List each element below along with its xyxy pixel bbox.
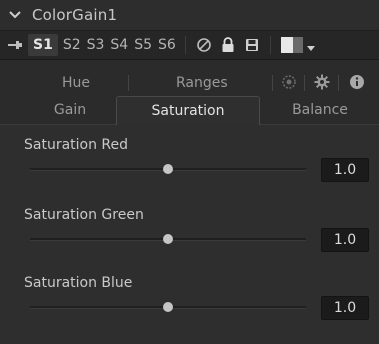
save-icon[interactable] <box>243 36 261 54</box>
saturation-blue-label: Saturation Blue <box>24 275 133 291</box>
collapse-chevron-icon[interactable] <box>8 8 22 22</box>
saturation-green-label: Saturation Green <box>24 207 144 223</box>
version-button-s6[interactable]: S6 <box>155 34 179 56</box>
tool-header[interactable]: ColorGain1 <box>0 0 379 31</box>
disable-icon[interactable] <box>195 36 213 54</box>
tab-gain[interactable]: Gain <box>30 96 110 124</box>
swatch-white <box>280 37 293 53</box>
version-button-s4[interactable]: S4 <box>107 34 131 56</box>
version-toolbar: S1 S2 S3 S4 S5 S6 <box>0 31 379 60</box>
tab-ranges[interactable]: Ranges <box>176 75 228 91</box>
dropdown-caret-icon[interactable] <box>306 36 315 55</box>
version-button-s3[interactable]: S3 <box>84 34 108 56</box>
saturation-green-slider-thumb[interactable] <box>163 234 173 244</box>
toolbar-divider <box>184 36 186 54</box>
pin-icon[interactable] <box>8 38 22 52</box>
tab-divider <box>304 75 305 91</box>
toolbar-divider <box>269 36 271 54</box>
tab-divider <box>272 75 273 91</box>
version-button-s2[interactable]: S2 <box>60 34 84 56</box>
tab-saturation[interactable]: Saturation <box>116 96 260 126</box>
tab-hue[interactable]: Hue <box>62 75 90 91</box>
saturation-green-value-field[interactable]: 1.0 <box>321 228 369 252</box>
color-swatch[interactable] <box>280 37 303 53</box>
saturation-red-control: Saturation Red 1.0 <box>0 137 379 197</box>
settings-circle-icon[interactable] <box>280 73 298 91</box>
gear-icon[interactable] <box>313 73 331 91</box>
saturation-blue-slider-thumb[interactable] <box>163 302 173 312</box>
saturation-controls: Saturation Red 1.0 Saturation Green 1.0 … <box>0 125 379 344</box>
tab-row-secondary: Gain Saturation Balance <box>0 96 379 126</box>
saturation-red-slider-thumb[interactable] <box>163 164 173 174</box>
tab-balance[interactable]: Balance <box>272 96 368 124</box>
saturation-red-value-field[interactable]: 1.0 <box>321 158 369 182</box>
tab-divider <box>338 75 339 91</box>
saturation-red-label: Saturation Red <box>24 137 129 153</box>
inspector-panel: ColorGain1 S1 S2 S3 S4 S5 S6 Hue Ranges … <box>0 0 379 344</box>
saturation-green-control: Saturation Green 1.0 <box>0 207 379 267</box>
saturation-blue-control: Saturation Blue 1.0 <box>0 275 379 335</box>
version-button-s5[interactable]: S5 <box>131 34 155 56</box>
tab-divider <box>128 75 129 91</box>
tab-row-primary: Hue Ranges <box>0 70 379 96</box>
info-icon[interactable] <box>348 73 366 91</box>
lock-icon[interactable] <box>219 36 237 54</box>
saturation-blue-value-field[interactable]: 1.0 <box>321 296 369 320</box>
swatch-gray <box>292 37 303 53</box>
version-button-s1[interactable]: S1 <box>28 34 58 56</box>
tool-title: ColorGain1 <box>32 6 118 24</box>
